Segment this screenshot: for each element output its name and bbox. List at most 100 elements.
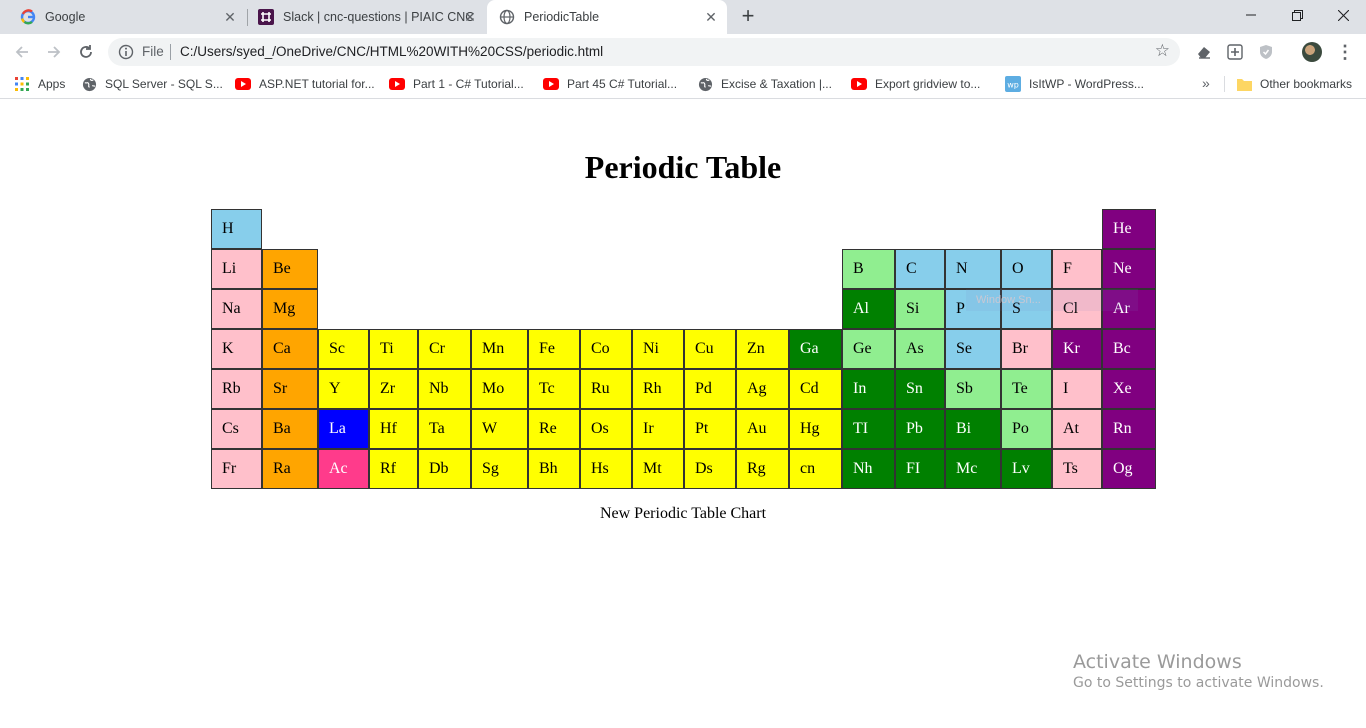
bookmark-export-gridview[interactable]: Export gridview to...: [851, 75, 980, 93]
element-symbol: Cu: [695, 340, 714, 357]
element-cell-ge: Ge: [842, 329, 895, 369]
back-button[interactable]: [8, 38, 36, 66]
eraser-extension-icon[interactable]: [1194, 42, 1214, 62]
element-cell-fi: FI: [895, 449, 945, 489]
element-symbol: K: [222, 340, 234, 357]
element-cell-o: O: [1001, 249, 1052, 289]
element-symbol: La: [329, 420, 346, 437]
element-cell-cs: Cs: [211, 409, 262, 449]
bookmark-part1-csharp[interactable]: Part 1 - C# Tutorial...: [389, 75, 524, 93]
element-symbol: Ne: [1113, 260, 1132, 277]
element-symbol: Rh: [643, 380, 662, 397]
more-menu-icon[interactable]: ⋮: [1336, 42, 1354, 62]
element-symbol: Fr: [222, 460, 237, 477]
element-symbol: As: [906, 340, 924, 357]
element-cell-ag: Ag: [736, 369, 789, 409]
element-cell-mt: Mt: [632, 449, 684, 489]
element-symbol: Rf: [380, 460, 396, 477]
url-text[interactable]: C:/Users/syed_/OneDrive/CNC/HTML%20WITH%…: [180, 44, 603, 59]
element-symbol: Ni: [643, 340, 659, 357]
new-tab-button[interactable]: +: [736, 5, 760, 29]
element-cell-w: W: [471, 409, 528, 449]
element-symbol: N: [956, 260, 968, 277]
element-cell-xe: Xe: [1102, 369, 1156, 409]
element-symbol: Bh: [539, 460, 558, 477]
element-symbol: Au: [747, 420, 767, 437]
bookmark-apps[interactable]: Apps: [14, 75, 65, 93]
bookmark-isitwp[interactable]: wp IsItWP - WordPress...: [1005, 75, 1144, 93]
element-cell-bi: Bi: [945, 409, 1001, 449]
bookmarks-overflow-button[interactable]: »: [1202, 75, 1210, 91]
element-cell-ti: Ti: [369, 329, 418, 369]
element-symbol: Ba: [273, 420, 291, 437]
bookmark-label: Part 1 - C# Tutorial...: [413, 77, 524, 91]
bookmark-star-icon[interactable]: ☆: [1155, 41, 1170, 61]
bookmark-sql-server[interactable]: SQL Server - SQL S...: [81, 75, 223, 93]
tab-slack[interactable]: Slack | cnc-questions | PIAIC CNC ✕: [248, 0, 486, 34]
reload-icon: [80, 45, 92, 58]
element-cell-ds: Ds: [684, 449, 736, 489]
other-bookmarks-folder[interactable]: Other bookmarks: [1236, 75, 1352, 93]
element-cell-al: Al: [842, 289, 895, 329]
element-cell-rf: Rf: [369, 449, 418, 489]
element-cell-li: Li: [211, 249, 262, 289]
forward-button[interactable]: [40, 38, 68, 66]
element-cell-ra: Ra: [262, 449, 318, 489]
info-icon[interactable]: [118, 44, 134, 60]
bookmark-excise-taxation[interactable]: Excise & Taxation |...: [697, 75, 832, 93]
element-symbol: Be: [273, 260, 291, 277]
element-symbol: In: [853, 380, 867, 397]
slack-icon: [258, 9, 274, 25]
arrow-left-icon: [15, 46, 28, 58]
element-symbol: Ge: [853, 340, 872, 357]
element-symbol: H: [222, 220, 234, 237]
element-cell-b: B: [842, 249, 895, 289]
element-symbol: Mo: [482, 380, 505, 397]
element-symbol: O: [1012, 260, 1024, 277]
element-symbol: Ti: [380, 340, 394, 357]
element-cell-og: Og: [1102, 449, 1156, 489]
tab-title: Google: [45, 10, 86, 24]
window-snip-overlay: Window Sn...: [966, 289, 1138, 311]
bookmark-aspnet[interactable]: ASP.NET tutorial for...: [235, 75, 375, 93]
element-symbol: Ga: [800, 340, 819, 357]
svg-text:wp: wp: [1007, 81, 1019, 90]
element-cell-au: Au: [736, 409, 789, 449]
add-extension-icon[interactable]: [1225, 42, 1245, 62]
profile-avatar[interactable]: [1302, 42, 1322, 62]
watermark-line1: Activate Windows: [1073, 651, 1242, 673]
restore-button[interactable]: [1274, 0, 1320, 30]
bookmark-label: Export gridview to...: [875, 77, 981, 91]
element-symbol: TI: [853, 420, 869, 437]
close-window-button[interactable]: [1320, 0, 1366, 30]
shield-extension-icon[interactable]: [1256, 42, 1276, 62]
close-tab-icon[interactable]: ✕: [703, 9, 719, 25]
element-symbol: Rg: [747, 460, 766, 477]
element-symbol: Mn: [482, 340, 505, 357]
bookmark-label: SQL Server - SQL S...: [105, 77, 223, 91]
close-tab-icon[interactable]: ✕: [222, 9, 238, 25]
element-symbol: Rn: [1113, 420, 1132, 437]
activate-windows-watermark: Activate Windows Go to Settings to activ…: [1073, 651, 1324, 691]
element-cell-in: In: [842, 369, 895, 409]
element-cell-ac: Ac: [318, 449, 369, 489]
element-symbol: Pd: [695, 380, 712, 397]
element-cell-sc: Sc: [318, 329, 369, 369]
reload-button[interactable]: [72, 38, 100, 66]
close-tab-icon[interactable]: ✕: [462, 9, 478, 25]
element-symbol: B: [853, 260, 864, 277]
element-cell-cd: Cd: [789, 369, 842, 409]
element-symbol: Tc: [539, 380, 555, 397]
bookmarks-separator: [1224, 76, 1225, 92]
element-cell-bc: Bc: [1102, 329, 1156, 369]
address-bar[interactable]: File C:/Users/syed_/OneDrive/CNC/HTML%20…: [108, 38, 1180, 66]
bookmark-part45-csharp[interactable]: Part 45 C# Tutorial...: [543, 75, 677, 93]
element-cell-ts: Ts: [1052, 449, 1102, 489]
tab-periodictable[interactable]: PeriodicTable ✕: [487, 0, 727, 34]
element-cell-f: F: [1052, 249, 1102, 289]
url-scheme-label: File: [142, 44, 164, 59]
minimize-button[interactable]: [1228, 0, 1274, 30]
tab-google[interactable]: Google ✕: [0, 0, 246, 34]
element-cell-he: He: [1102, 209, 1156, 249]
element-cell-cr: Cr: [418, 329, 471, 369]
